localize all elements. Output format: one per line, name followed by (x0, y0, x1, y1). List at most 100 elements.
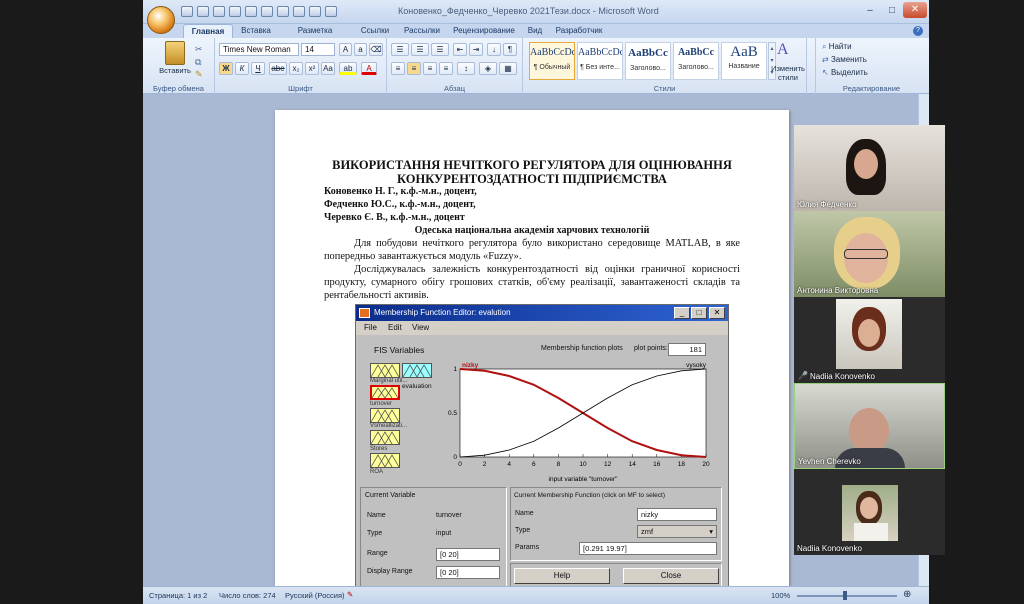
word-count[interactable]: Число слов: 274 (219, 591, 276, 600)
range-input[interactable]: [0 20] (436, 548, 500, 561)
style-normal[interactable]: AaBbCcDc ¶ Обычный (529, 42, 575, 80)
menu-file[interactable]: File (364, 323, 377, 332)
new-document-icon[interactable] (277, 6, 289, 17)
mf-name-input[interactable]: nizky (637, 508, 717, 521)
paste-button[interactable]: Вставить (155, 66, 195, 75)
mf-params-input[interactable]: [0.291 19.97] (579, 542, 717, 555)
italic-button[interactable]: К (235, 62, 249, 75)
underline-button[interactable]: Ч (251, 62, 265, 75)
clear-format-button[interactable]: ⌫ (369, 43, 383, 56)
select-button[interactable]: ↖ Выделить (822, 68, 868, 77)
print-icon[interactable] (213, 6, 225, 17)
menu-view[interactable]: View (412, 323, 429, 332)
change-styles-button[interactable]: Изменить стили (765, 64, 811, 82)
style-title[interactable]: AaB Название (721, 42, 767, 80)
zoom-slider[interactable] (797, 595, 897, 597)
participant-tile-active[interactable]: Yevhen Cherevko (794, 383, 945, 469)
shrink-font-button[interactable]: a (354, 43, 367, 56)
redo-icon[interactable] (245, 6, 257, 17)
participant-tile[interactable]: 🎤 Nadiia Konovenko (794, 297, 945, 383)
display-range-input[interactable]: [0 20] (436, 566, 500, 579)
show-marks-button[interactable]: ¶ (503, 43, 517, 56)
fis-variable-input[interactable] (370, 453, 400, 468)
quick-access-icon[interactable] (325, 6, 337, 17)
proofing-icon[interactable]: ✎ (347, 590, 353, 599)
participant-tile[interactable]: Антонина Викторовна (794, 211, 945, 297)
font-size-select[interactable]: 14 (301, 43, 335, 56)
zoom-level[interactable]: 100% (771, 591, 790, 600)
copy-icon[interactable]: ⧉ (195, 57, 201, 68)
style-heading-2[interactable]: AaBbCc Заголово... (673, 42, 719, 80)
mf-label-left[interactable]: nizky (462, 362, 479, 369)
page-indicator[interactable]: Страница: 1 из 2 (149, 591, 207, 600)
participant-tile[interactable]: Nadiia Konovenko (794, 469, 945, 555)
membership-chart[interactable]: 0 2 4 6 8 10 12 14 16 18 20 1 0.5 0 nizky vysoky inpu… (448, 361, 718, 483)
sort-button[interactable]: ↓ (487, 43, 501, 56)
multilevel-list-button[interactable]: ☰ (431, 43, 449, 56)
undo-icon[interactable] (229, 6, 241, 17)
fis-variable-output[interactable] (402, 363, 432, 378)
numbering-button[interactable]: ☰ (411, 43, 429, 56)
cut-icon[interactable]: ✂ (195, 44, 203, 55)
fis-variable-selected[interactable] (370, 385, 400, 400)
strikethrough-button[interactable]: abe (269, 62, 287, 75)
plot-points-input[interactable]: 181 (668, 343, 706, 356)
bold-button[interactable]: Ж (219, 62, 233, 75)
decrease-indent-button[interactable]: ⇤ (453, 43, 467, 56)
help-button[interactable]: Help (514, 568, 610, 584)
format-painter-icon[interactable]: ✎ (195, 69, 203, 80)
fis-variable-input[interactable] (370, 430, 400, 445)
align-right-button[interactable]: ≡ (423, 62, 437, 75)
line-spacing-button[interactable]: ↕ (457, 62, 475, 75)
tab-view[interactable]: Вид (523, 24, 547, 38)
participant-tile[interactable]: Юлия Федченко (794, 125, 945, 211)
bullets-button[interactable]: ☰ (391, 43, 409, 56)
close-dialog-button[interactable]: Close (623, 568, 719, 584)
mf-label-right[interactable]: vysoky (686, 362, 707, 369)
help-icon[interactable]: ? (913, 26, 923, 36)
tab-home[interactable]: Главная (183, 24, 233, 38)
paste-icon[interactable] (165, 41, 185, 65)
tab-mailings[interactable]: Рассылки (399, 24, 445, 38)
office-button[interactable] (147, 6, 175, 34)
style-heading-1[interactable]: AaBbCc Заголово... (625, 42, 671, 80)
tab-developer[interactable]: Разработчик (551, 24, 607, 38)
fis-variable-input[interactable] (370, 408, 400, 423)
document-page[interactable]: ВИКОРИСТАННЯ НЕЧІТКОГО РЕГУЛЯТОРА ДЛЯ ОЦ… (275, 110, 789, 594)
maximize-button[interactable]: □ (881, 3, 903, 18)
find-button[interactable]: ⌕ Найти (822, 42, 852, 52)
quick-access-icon[interactable] (197, 6, 209, 17)
language-indicator[interactable]: Русский (Россия) (285, 591, 345, 600)
change-styles-icon[interactable]: A (777, 41, 789, 59)
highlight-button[interactable]: ab (339, 62, 357, 75)
mf-type-select[interactable]: zmf ▾ (637, 525, 717, 538)
tab-references[interactable]: Ссылки (355, 24, 395, 38)
font-name-select[interactable]: Times New Roman (219, 43, 299, 56)
align-left-button[interactable]: ≡ (391, 62, 405, 75)
justify-button[interactable]: ≡ (439, 62, 453, 75)
font-color-button[interactable]: A (361, 62, 377, 75)
menu-edit[interactable]: Edit (388, 323, 402, 332)
quick-access-icon[interactable] (261, 6, 273, 17)
minimize-button[interactable]: _ (674, 307, 690, 319)
zoom-in-icon[interactable]: ⊕ (903, 589, 911, 600)
shading-button[interactable]: ◈ (479, 62, 497, 75)
style-no-spacing[interactable]: AaBbCcDc ¶ Без инте... (577, 42, 623, 80)
maximize-button[interactable]: □ (691, 307, 707, 319)
save-icon[interactable] (181, 6, 193, 17)
zoom-slider-thumb[interactable] (843, 591, 847, 600)
borders-button[interactable]: ▦ (499, 62, 517, 75)
tab-insert[interactable]: Вставка (233, 24, 279, 38)
replace-button[interactable]: ⇄ Заменить (822, 55, 867, 64)
fis-variable-input[interactable] (370, 363, 400, 378)
tab-review[interactable]: Рецензирование (449, 24, 519, 38)
tab-page-layout[interactable]: Разметка страницы (279, 24, 351, 49)
quick-access-icon[interactable] (309, 6, 321, 17)
close-button[interactable]: ✕ (709, 307, 725, 319)
align-center-button[interactable]: ≡ (407, 62, 421, 75)
subscript-button[interactable]: x₂ (289, 62, 303, 75)
open-icon[interactable] (293, 6, 305, 17)
close-button[interactable]: ✕ (903, 2, 927, 18)
grow-font-button[interactable]: A (339, 43, 352, 56)
change-case-button[interactable]: Aa (321, 62, 335, 75)
